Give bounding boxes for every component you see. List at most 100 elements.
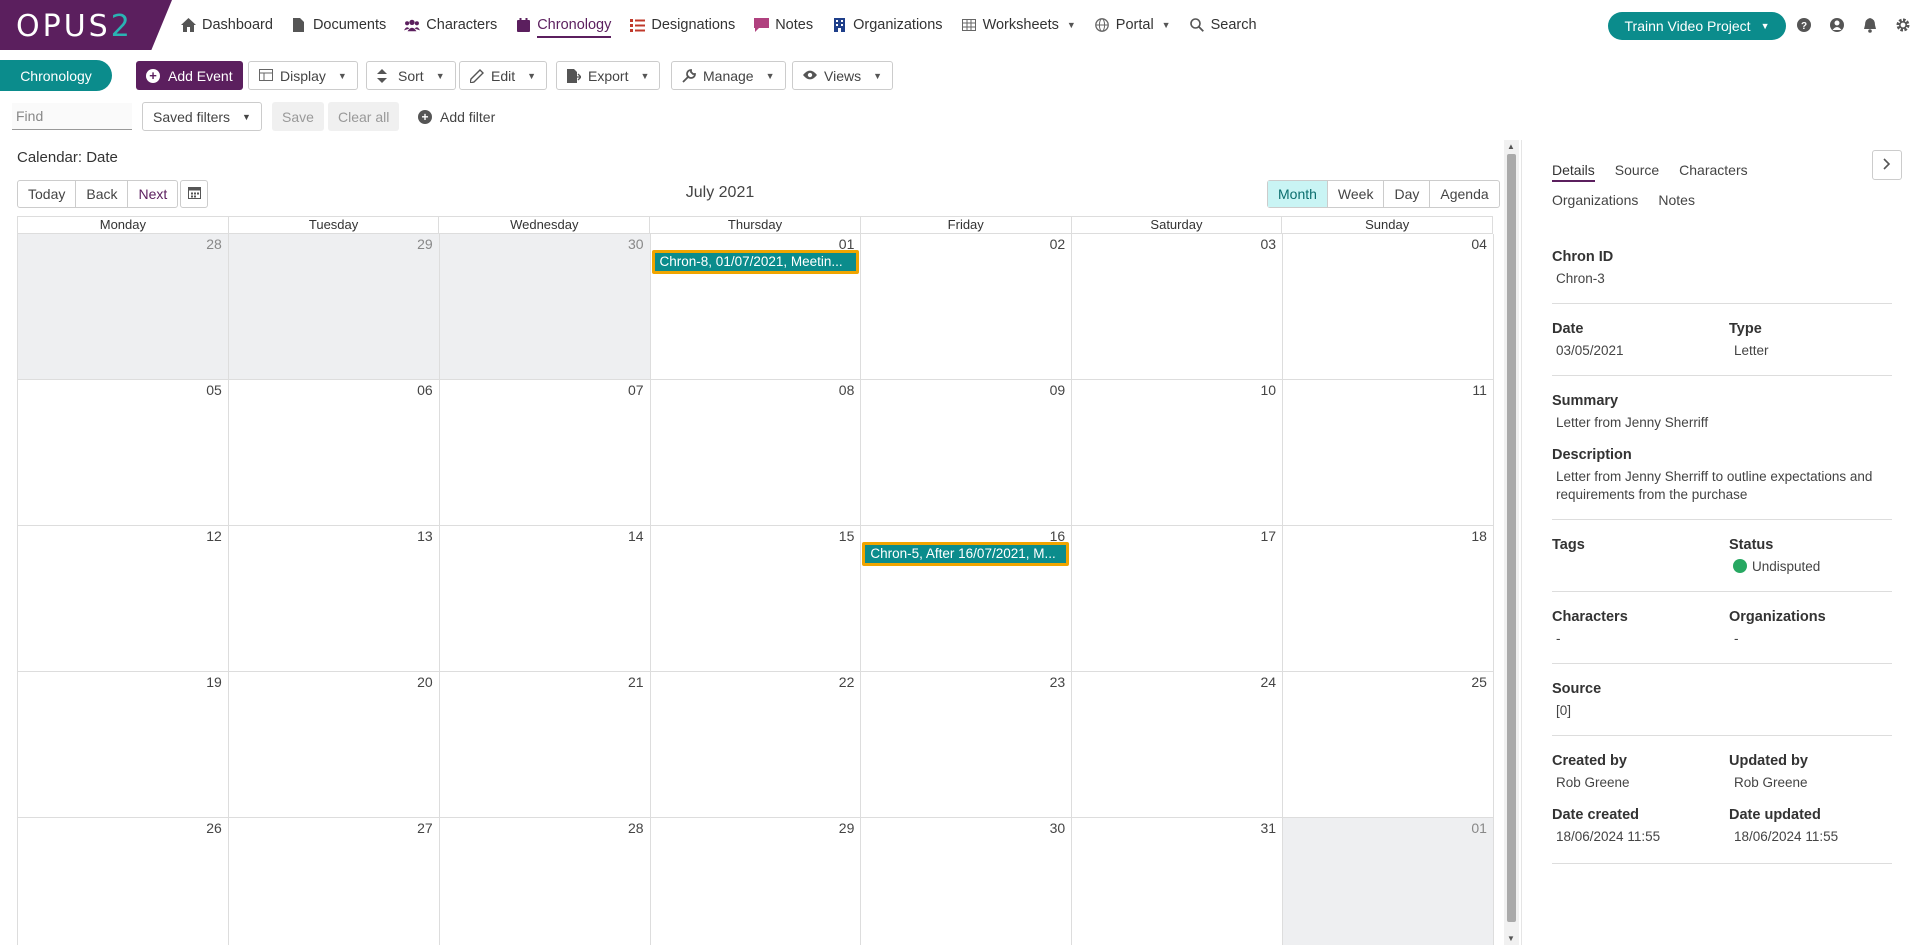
day-number[interactable]: 07: [628, 382, 644, 398]
day-number[interactable]: 30: [1050, 820, 1066, 836]
day-number[interactable]: 05: [206, 382, 222, 398]
user-account-icon[interactable]: [1829, 17, 1845, 33]
calendar-day-cell[interactable]: 16 Chron-5, After 16/07/2021, M...: [861, 526, 1073, 672]
saved-filters-dropdown[interactable]: Saved filters ▼: [142, 102, 262, 131]
calendar-day-cell[interactable]: 08: [650, 380, 862, 526]
clear-all-button[interactable]: Clear all: [328, 102, 400, 131]
day-number[interactable]: 29: [839, 820, 855, 836]
calendar-day-cell[interactable]: 24: [1072, 672, 1284, 818]
calendar-day-cell[interactable]: 06: [228, 380, 440, 526]
day-number[interactable]: 18: [1471, 528, 1487, 544]
tab-organizations[interactable]: Organizations: [1552, 192, 1638, 212]
tab-characters[interactable]: Characters: [1679, 162, 1747, 182]
day-number[interactable]: 31: [1260, 820, 1276, 836]
scroll-up-arrow-icon[interactable]: ▲: [1507, 142, 1515, 151]
day-number[interactable]: 04: [1471, 236, 1487, 252]
calendar-day-cell[interactable]: 30: [439, 234, 651, 380]
nav-designations[interactable]: Designations: [629, 0, 735, 50]
calendar-day-cell[interactable]: 01 Chron-8, 01/07/2021, Meetin...: [650, 234, 862, 380]
bell-icon[interactable]: [1862, 17, 1878, 33]
calendar-day-cell[interactable]: 17: [1072, 526, 1284, 672]
calendar-day-cell[interactable]: 18: [1283, 526, 1494, 672]
calendar-day-cell[interactable]: 15: [650, 526, 862, 672]
calendar-day-cell[interactable]: 29: [650, 818, 862, 945]
calendar-day-cell[interactable]: 03: [1072, 234, 1284, 380]
day-number[interactable]: 22: [839, 674, 855, 690]
day-number[interactable]: 23: [1050, 674, 1066, 690]
day-number[interactable]: 19: [206, 674, 222, 690]
nav-worksheets[interactable]: Worksheets ▼: [961, 0, 1076, 50]
day-number[interactable]: 25: [1471, 674, 1487, 690]
nav-dashboard[interactable]: Dashboard: [180, 0, 273, 50]
add-filter-button[interactable]: + Add filter: [418, 102, 495, 131]
day-number[interactable]: 01: [1471, 820, 1487, 836]
calendar-day-cell[interactable]: 21: [439, 672, 651, 818]
tab-source[interactable]: Source: [1615, 162, 1659, 182]
day-number[interactable]: 17: [1260, 528, 1276, 544]
date-picker-button[interactable]: [180, 180, 208, 208]
day-number[interactable]: 24: [1260, 674, 1276, 690]
day-number[interactable]: 12: [206, 528, 222, 544]
day-number[interactable]: 27: [417, 820, 433, 836]
day-number[interactable]: 26: [206, 820, 222, 836]
day-number[interactable]: 29: [417, 236, 433, 252]
nav-portal[interactable]: Portal ▼: [1094, 0, 1171, 50]
help-icon[interactable]: ?: [1796, 17, 1812, 33]
nav-organizations[interactable]: Organizations: [831, 0, 943, 50]
calendar-day-cell[interactable]: 04: [1283, 234, 1494, 380]
day-number[interactable]: 08: [839, 382, 855, 398]
day-number[interactable]: 11: [1472, 382, 1487, 398]
source-value[interactable]: [0]: [1556, 702, 1571, 720]
calendar-day-cell[interactable]: 19: [18, 672, 229, 818]
edit-dropdown[interactable]: Edit ▼: [459, 61, 548, 90]
manage-dropdown[interactable]: Manage ▼: [671, 61, 786, 90]
day-number[interactable]: 28: [628, 820, 644, 836]
day-number[interactable]: 13: [417, 528, 433, 544]
calendar-day-cell[interactable]: 09: [861, 380, 1073, 526]
next-button[interactable]: Next: [128, 181, 177, 207]
nav-notes[interactable]: Notes: [753, 0, 813, 50]
calendar-day-cell[interactable]: 23: [861, 672, 1073, 818]
calendar-day-cell[interactable]: 02: [861, 234, 1073, 380]
calendar-day-cell[interactable]: 30: [861, 818, 1073, 945]
day-number[interactable]: 21: [628, 674, 644, 690]
calendar-day-cell[interactable]: 05: [18, 380, 229, 526]
export-dropdown[interactable]: Export ▼: [556, 61, 661, 90]
day-number[interactable]: 09: [1050, 382, 1066, 398]
save-filter-button[interactable]: Save: [272, 102, 324, 131]
day-number[interactable]: 03: [1260, 236, 1276, 252]
calendar-day-cell[interactable]: 25: [1283, 672, 1494, 818]
day-number[interactable]: 28: [206, 236, 222, 252]
calendar-day-cell[interactable]: 31: [1072, 818, 1284, 945]
tab-details[interactable]: Details: [1552, 162, 1595, 182]
views-dropdown[interactable]: Views ▼: [792, 61, 894, 90]
panel-collapse-button[interactable]: [1872, 150, 1902, 180]
nav-chronology[interactable]: Chronology: [515, 0, 612, 50]
day-number[interactable]: 20: [417, 674, 433, 690]
opus2-logo[interactable]: OPUS2: [0, 0, 172, 50]
calendar-day-cell[interactable]: 12: [18, 526, 229, 672]
calendar-day-cell[interactable]: 14: [439, 526, 651, 672]
calendar-scrollbar[interactable]: ▲ ▼: [1504, 140, 1519, 945]
day-number[interactable]: 02: [1050, 236, 1066, 252]
calendar-day-cell[interactable]: 20: [228, 672, 440, 818]
nav-documents[interactable]: Documents: [291, 0, 386, 50]
day-number[interactable]: 15: [839, 528, 855, 544]
find-input[interactable]: [12, 103, 132, 130]
calendar-day-cell[interactable]: 28: [439, 818, 651, 945]
view-month-button[interactable]: Month: [1268, 181, 1328, 207]
add-event-button[interactable]: + Add Event: [136, 61, 243, 90]
view-day-button[interactable]: Day: [1384, 181, 1431, 207]
calendar-event[interactable]: Chron-5, After 16/07/2021, M...: [862, 542, 1070, 566]
nav-characters[interactable]: Characters: [404, 0, 497, 50]
day-number[interactable]: 14: [628, 528, 644, 544]
scroll-down-arrow-icon[interactable]: ▼: [1507, 934, 1515, 943]
calendar-day-cell[interactable]: 13: [228, 526, 440, 672]
calendar-day-cell[interactable]: 11: [1283, 380, 1494, 526]
calendar-day-cell[interactable]: 29: [228, 234, 440, 380]
day-number[interactable]: 10: [1260, 382, 1276, 398]
scrollbar-thumb[interactable]: [1507, 154, 1516, 922]
sort-dropdown[interactable]: Sort ▼: [366, 61, 456, 90]
view-agenda-button[interactable]: Agenda: [1430, 181, 1498, 207]
calendar-day-cell[interactable]: 22: [650, 672, 862, 818]
